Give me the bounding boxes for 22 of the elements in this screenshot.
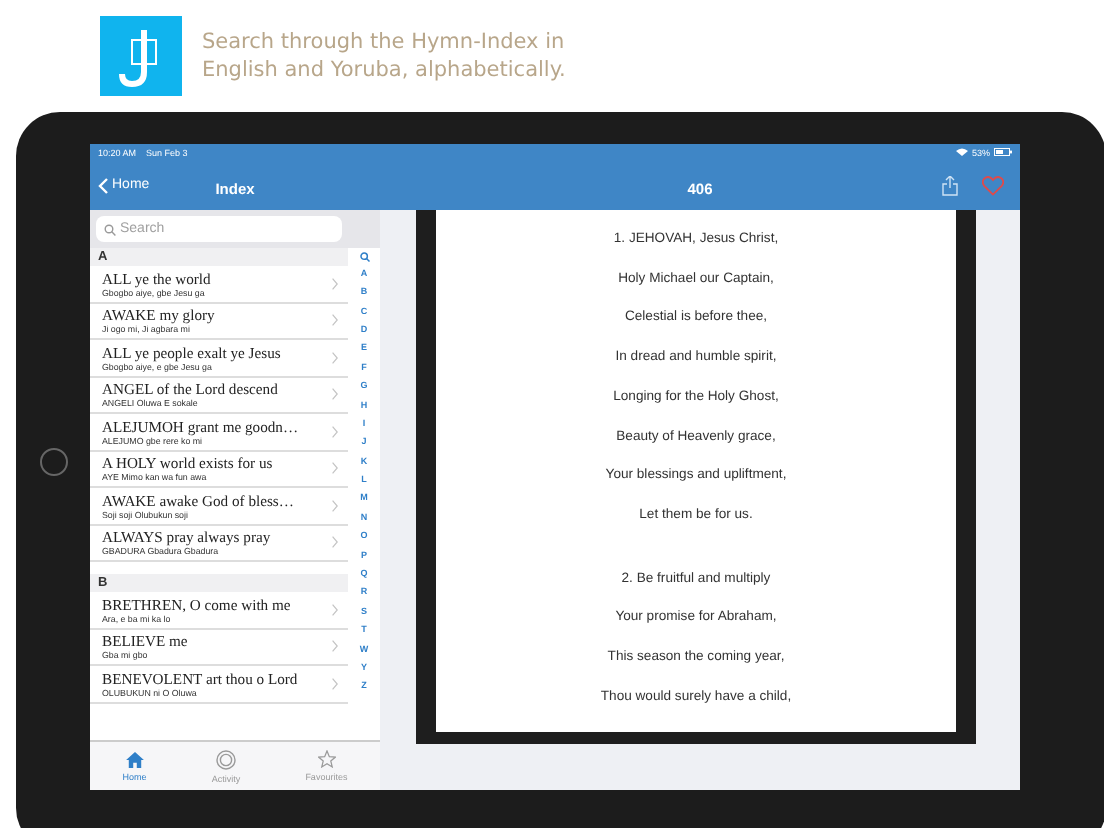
caption-text: Search through the Hymn-Index in English and Yoruba, alphabetically. [202, 28, 566, 84]
home-button[interactable] [40, 448, 68, 476]
chevron-icon [332, 603, 338, 616]
back-chevron-icon [98, 177, 108, 193]
star-icon [317, 750, 336, 768]
share-icon[interactable] [942, 175, 958, 195]
chevron-icon [332, 536, 338, 549]
house-icon [125, 751, 144, 767]
chevron-icon [332, 388, 338, 401]
chevron-icon [332, 677, 338, 690]
chevron-icon [332, 277, 338, 290]
chevron-icon [332, 314, 338, 327]
target-icon [215, 749, 236, 769]
chevron-icon [332, 640, 338, 653]
chevron-icon [332, 499, 338, 512]
chevron-icon [332, 462, 338, 475]
chevron-icon [332, 351, 338, 364]
app-logo [100, 16, 182, 96]
battery-icon [994, 148, 1012, 156]
chevron-icon [332, 425, 338, 438]
search-icon[interactable] [359, 252, 369, 262]
wifi-icon [955, 148, 968, 156]
